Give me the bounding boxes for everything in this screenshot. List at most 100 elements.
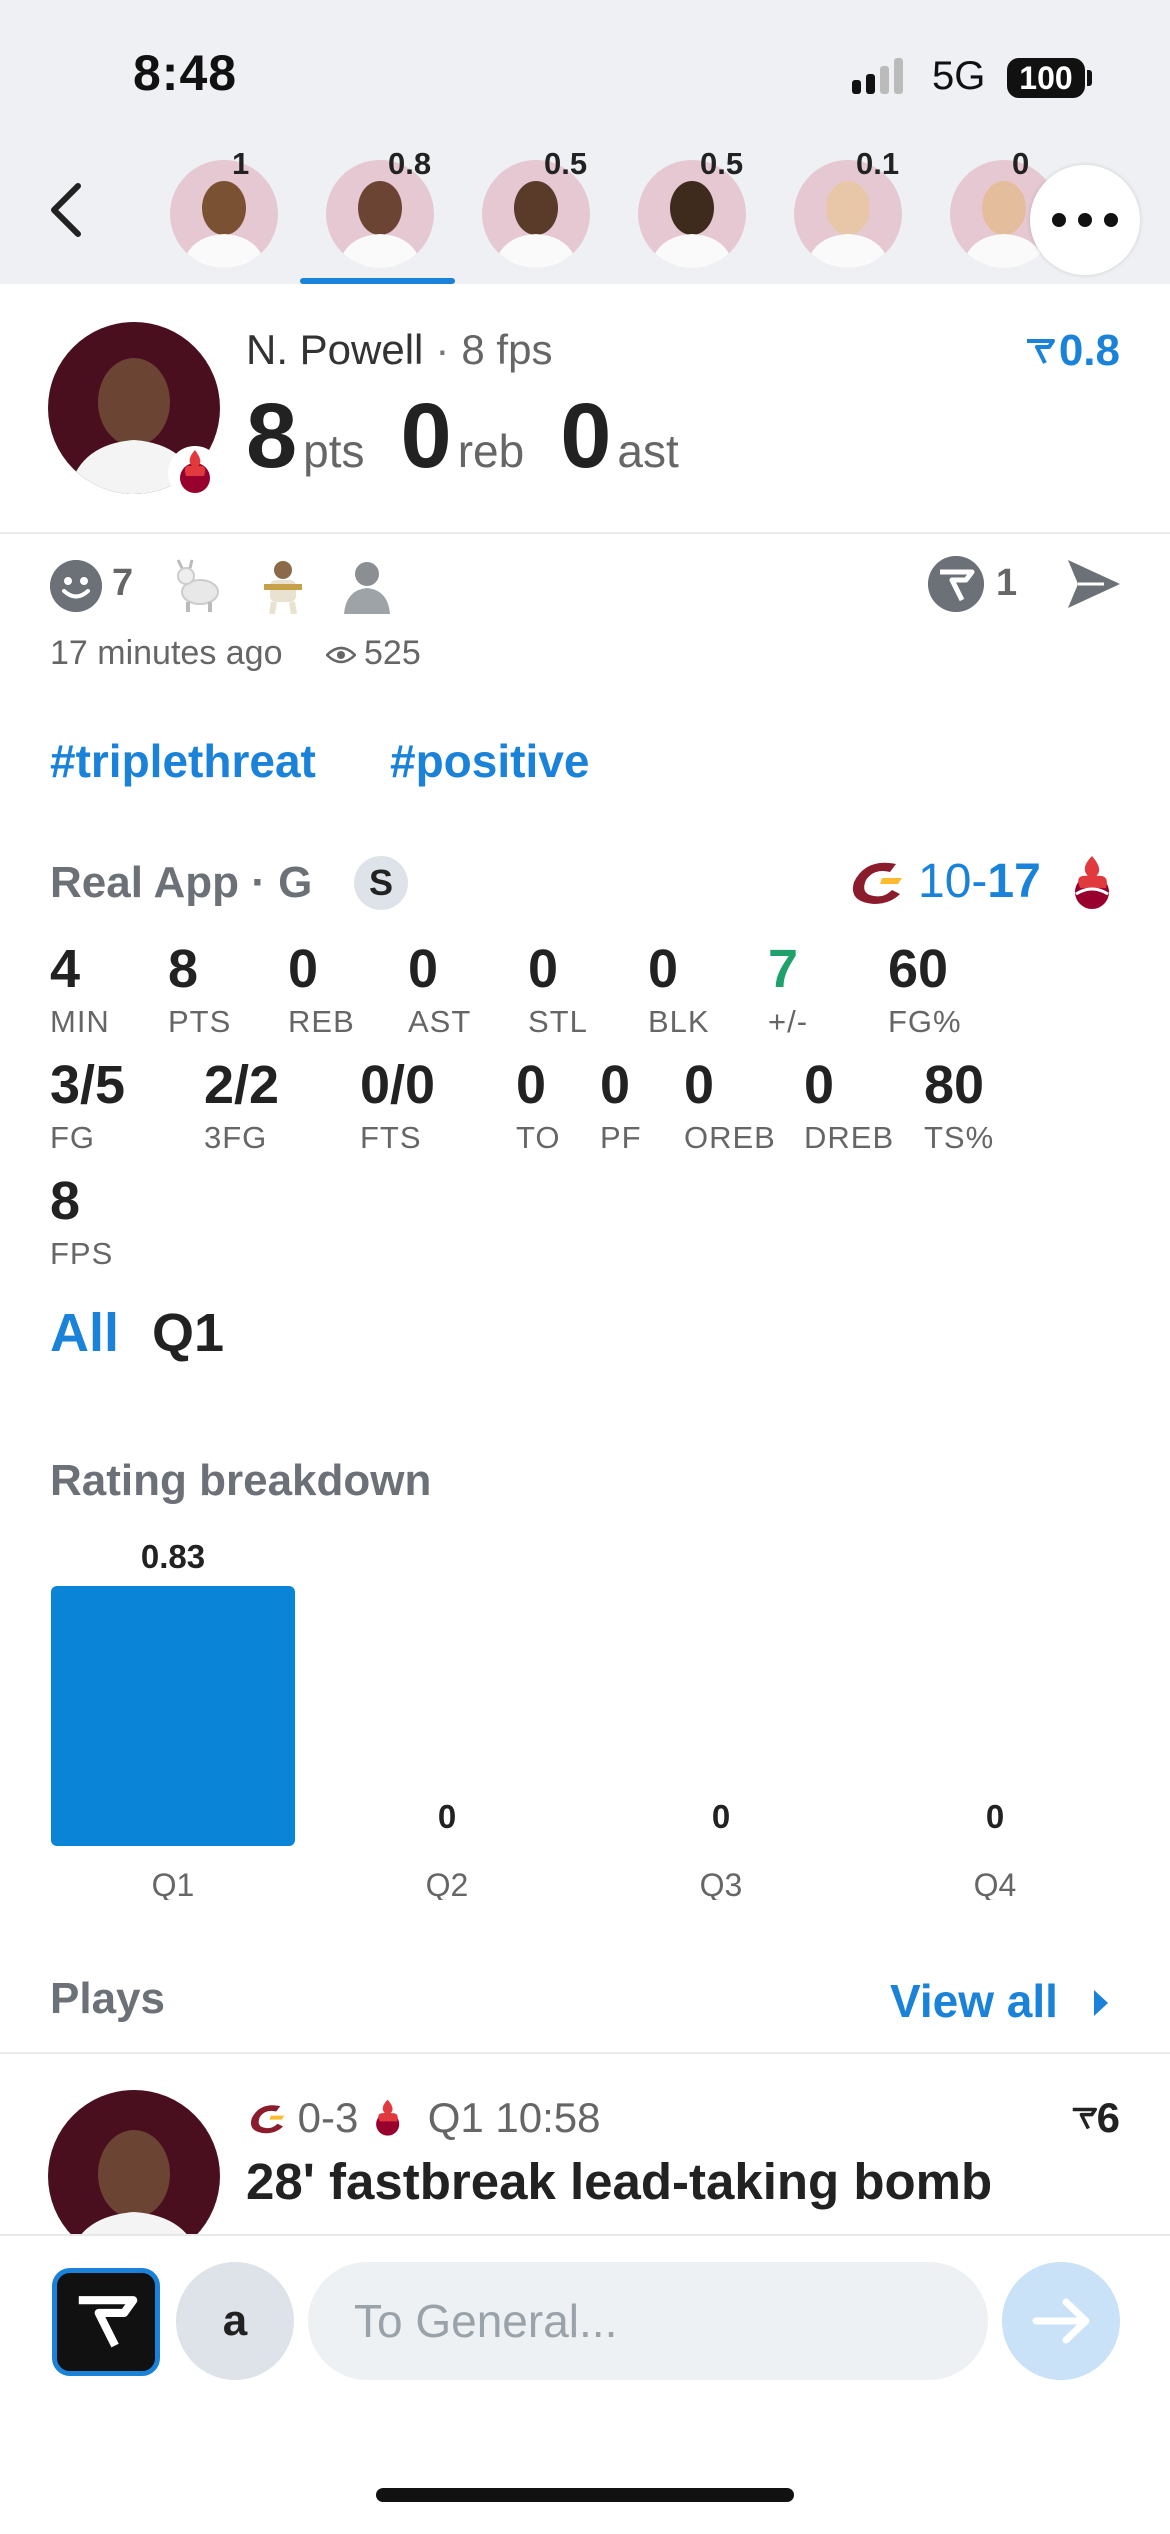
- stat-label: MIN: [50, 1004, 110, 1039]
- filter-q1-tab[interactable]: Q1: [152, 1302, 224, 1364]
- player-name-line: N. Powell · 8 fps: [246, 326, 552, 374]
- stat-cell-ts: 80 TS%: [924, 1058, 994, 1156]
- play-score: 0-3: [297, 2094, 359, 2141]
- stat-label: OREB: [684, 1120, 776, 1155]
- pts-unit: pts: [303, 425, 365, 477]
- stat-label: 3FG: [204, 1120, 268, 1155]
- player-fps: 8 fps: [461, 326, 553, 373]
- stat-cell-fg: 3/5 FG: [50, 1058, 125, 1156]
- stat-cell-fps: 8 FPS: [50, 1174, 113, 1272]
- stat-value: 2/2: [204, 1055, 280, 1115]
- stat-value: 0: [408, 939, 439, 999]
- stat-cell-oreb: 0 OREB: [684, 1058, 776, 1156]
- stat-cell-min: 4 MIN: [50, 942, 110, 1040]
- player-chip-rating: 1: [232, 146, 250, 181]
- play-meta: 0-3 Q1 10:58: [246, 2094, 601, 2142]
- real-v-icon[interactable]: [928, 556, 984, 612]
- stat-label: FPS: [50, 1236, 114, 1271]
- chart-bar-q1: [51, 1586, 295, 1846]
- player-chip-rating: 0: [1012, 146, 1030, 181]
- rating-v-icon: [1026, 339, 1055, 364]
- stat-label: TS%: [924, 1120, 995, 1155]
- stat-value: 0: [600, 1055, 631, 1115]
- network-label: 5G: [932, 54, 986, 98]
- back-chevron-icon[interactable]: [40, 180, 100, 240]
- chart-category-label: Q1: [152, 1867, 195, 1900]
- cavaliers-logo-icon: [852, 862, 902, 904]
- stat-value: 3/5: [50, 1055, 126, 1115]
- chart-value-label: 0: [438, 1798, 456, 1835]
- message-input[interactable]: [308, 2262, 988, 2380]
- stat-cell-fg: 60 FG%: [888, 942, 962, 1040]
- stat-label: +/-: [768, 1004, 809, 1039]
- signal-icon: [852, 58, 912, 98]
- view-all-link[interactable]: View all: [890, 1974, 1058, 2028]
- stat-cell-reb: 0 REB: [288, 942, 355, 1040]
- stat-label: FG: [50, 1120, 96, 1155]
- view-count: 525: [364, 634, 421, 672]
- rating-v-icon: [1072, 2107, 1097, 2130]
- user-avatar-button[interactable]: a: [176, 2262, 294, 2380]
- chevron-right-icon[interactable]: [1090, 1986, 1112, 2020]
- stat-cell-3fg: 2/2 3FG: [204, 1058, 279, 1156]
- stat-cell-dreb: 0 DREB: [804, 1058, 894, 1156]
- play-time: Q1 10:58: [427, 2094, 601, 2141]
- stat-cell-ast: 0 AST: [408, 942, 471, 1040]
- goat-icon[interactable]: [170, 556, 228, 614]
- person-sticker-icon[interactable]: [338, 556, 396, 614]
- app-source-line: Real App · G: [50, 858, 313, 907]
- stat-label: REB: [288, 1004, 355, 1039]
- player-rating-value: 0.8: [1058, 326, 1120, 375]
- hashtag-link[interactable]: #triplethreat: [50, 734, 316, 788]
- play-rating-value: 6: [1096, 2094, 1120, 2141]
- hashtag-link[interactable]: #positive: [390, 734, 589, 788]
- reaction-count: 7: [112, 562, 134, 604]
- stat-cell-: 7 +/-: [768, 942, 808, 1040]
- ast-unit: ast: [617, 425, 679, 477]
- stat-value: 0: [288, 939, 319, 999]
- battery-icon: 100: [1007, 58, 1085, 98]
- away-score: 10: [918, 855, 972, 908]
- player-chip-avatar[interactable]: [170, 160, 278, 268]
- starter-badge: S: [354, 856, 408, 910]
- stat-cell-pts: 8 PTS: [168, 942, 231, 1040]
- stat-cell-to: 0 TO: [516, 1058, 561, 1156]
- chart-category-label: Q4: [974, 1867, 1017, 1900]
- stat-value: 0: [684, 1055, 715, 1115]
- play-title[interactable]: 28' fastbreak lead-taking bomb: [246, 2152, 992, 2211]
- stat-value: 60: [888, 939, 949, 999]
- cavaliers-logo-icon: [250, 2105, 285, 2134]
- rating-breakdown-title: Rating breakdown: [50, 1456, 432, 1505]
- stat-label: FG%: [888, 1004, 962, 1039]
- send-arrow-button[interactable]: [1002, 2262, 1120, 2380]
- play-rating[interactable]: 6: [1071, 2094, 1120, 2142]
- chart-value-label: 0: [986, 1798, 1004, 1835]
- smiley-icon[interactable]: [50, 560, 102, 612]
- stat-value: 8: [50, 1171, 81, 1231]
- game-score: 10-17: [918, 854, 1041, 909]
- real-app-icon[interactable]: [52, 2268, 160, 2376]
- eye-icon: [326, 646, 356, 664]
- stat-label: STL: [528, 1004, 588, 1039]
- filter-all-tab[interactable]: All: [50, 1302, 119, 1364]
- stat-cell-stl: 0 STL: [528, 942, 588, 1040]
- stat-cell-blk: 0 BLK: [648, 942, 710, 1040]
- battery-tip: [1087, 70, 1092, 86]
- player-chip-rating: 0.8: [388, 146, 432, 181]
- pts-value: 8: [246, 385, 298, 487]
- divider: [0, 2052, 1170, 2054]
- stat-label: TO: [516, 1120, 561, 1155]
- reb-unit: reb: [457, 425, 525, 477]
- stat-value: 80: [924, 1055, 985, 1115]
- post-time: 17 minutes ago: [50, 634, 283, 672]
- share-send-icon[interactable]: [1064, 556, 1124, 612]
- heat-logo-icon: [168, 446, 222, 500]
- stat-value: 0: [804, 1055, 835, 1115]
- stat-value: 8: [168, 939, 199, 999]
- player-chip-rating: 0.1: [856, 146, 900, 181]
- chart-value-label: 0: [712, 1798, 730, 1835]
- more-options-button[interactable]: [1030, 165, 1140, 275]
- player-rating[interactable]: 0.8: [1025, 326, 1120, 376]
- stat-cell-pf: 0 PF: [600, 1058, 642, 1156]
- player-sticker-icon[interactable]: [254, 556, 312, 614]
